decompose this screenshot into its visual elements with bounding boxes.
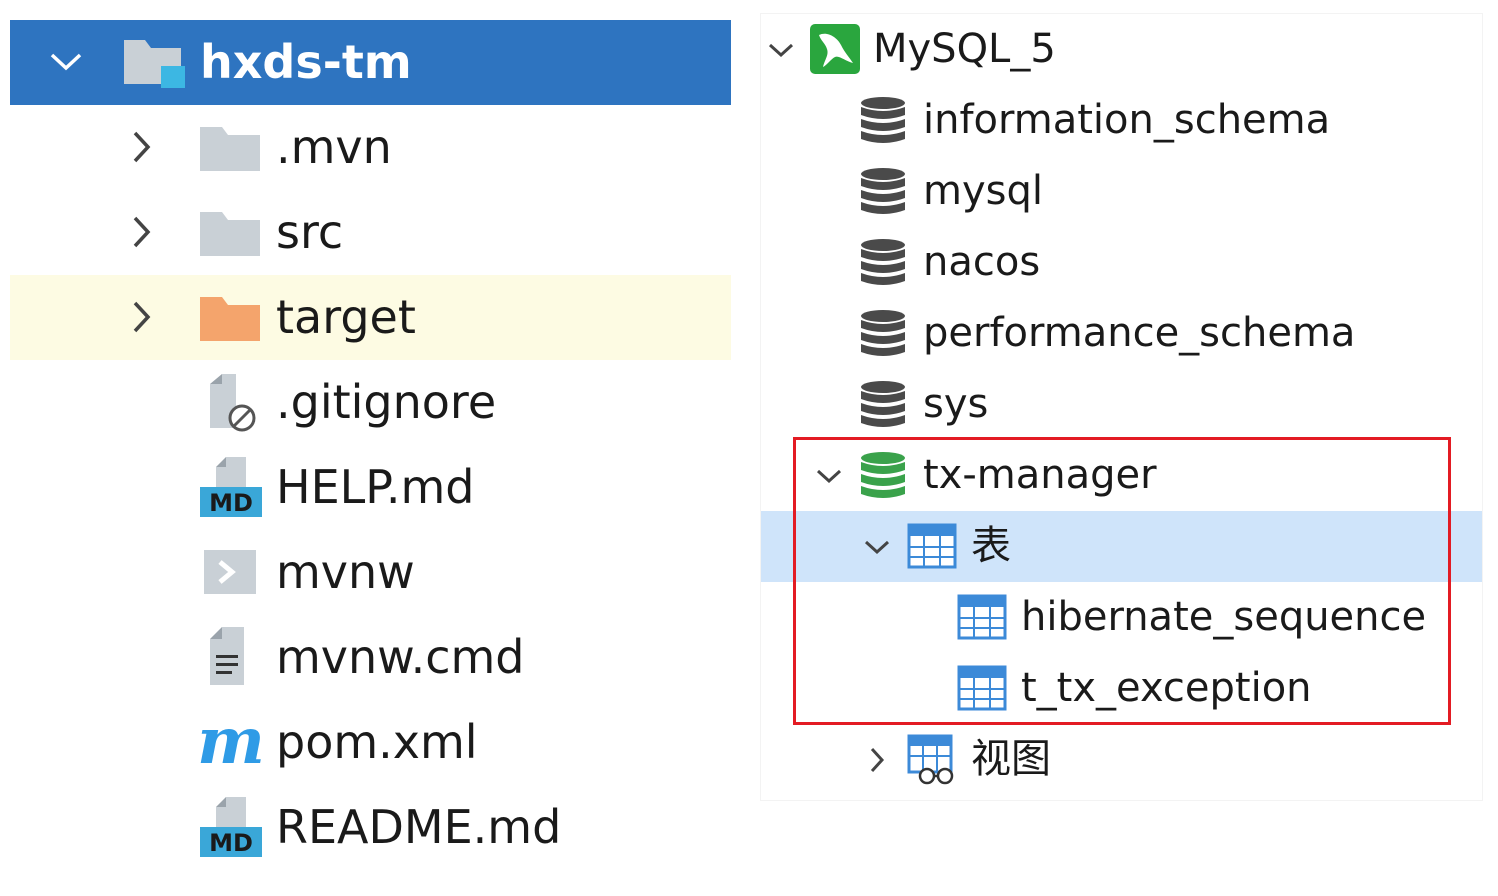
- tree-root-label: hxds-tm: [200, 35, 412, 89]
- text-file-icon: [204, 625, 260, 691]
- excluded-folder-icon: [198, 291, 262, 345]
- views-group-label: 视图: [971, 736, 1051, 782]
- tree-item-pom-xml[interactable]: m pom.xml: [10, 700, 731, 785]
- chevron-right-icon[interactable]: [859, 742, 895, 778]
- database-mysql[interactable]: mysql: [761, 156, 1482, 227]
- tree-item-label: target: [276, 290, 416, 344]
- tree-item-mvnw[interactable]: mvnw: [10, 530, 731, 615]
- tables-group[interactable]: 表: [761, 511, 1482, 582]
- tree-item-label: mvnw: [276, 545, 415, 599]
- database-label: sys: [923, 381, 989, 427]
- folder-icon: [198, 121, 262, 175]
- project-tree-panel: hxds-tm .mvn src target .gitignore MD HE…: [10, 20, 731, 875]
- database-label: performance_schema: [923, 310, 1356, 356]
- connection-label: MySQL_5: [873, 26, 1056, 72]
- database-label: mysql: [923, 168, 1043, 214]
- tree-item-gitignore[interactable]: .gitignore: [10, 360, 731, 445]
- tree-root-hxds-tm[interactable]: hxds-tm: [10, 20, 731, 105]
- chevron-down-icon[interactable]: [763, 32, 799, 68]
- chevron-right-icon[interactable]: [120, 210, 164, 254]
- ignored-file-icon: [204, 372, 260, 434]
- chevron-right-icon[interactable]: [120, 125, 164, 169]
- views-icon: [907, 734, 961, 786]
- views-group[interactable]: 视图: [761, 724, 1482, 795]
- tree-item-label: pom.xml: [276, 715, 478, 769]
- database-label: information_schema: [923, 97, 1331, 143]
- chevron-down-icon[interactable]: [811, 458, 847, 494]
- tree-item-readme-md[interactable]: MD README.md: [10, 785, 731, 870]
- mysql-dolphin-icon: [809, 23, 861, 75]
- database-information-schema[interactable]: information_schema: [761, 85, 1482, 156]
- table-icon: [957, 594, 1009, 642]
- table-label: t_tx_exception: [1021, 665, 1312, 711]
- markdown-file-icon: MD: [198, 797, 264, 859]
- tree-item-help-md[interactable]: MD HELP.md: [10, 445, 731, 530]
- database-label: tx-manager: [923, 452, 1157, 498]
- tree-item-target[interactable]: target: [10, 275, 731, 360]
- database-icon: [859, 237, 909, 289]
- tables-icon: [907, 523, 959, 571]
- tree-item-label: .gitignore: [276, 375, 497, 429]
- tree-item-src[interactable]: src: [10, 190, 731, 275]
- database-nacos[interactable]: nacos: [761, 227, 1482, 298]
- database-performance-schema[interactable]: performance_schema: [761, 298, 1482, 369]
- tree-item-mvnw-cmd[interactable]: mvnw.cmd: [10, 615, 731, 700]
- tree-item-label: README.md: [276, 800, 562, 854]
- database-icon: [859, 166, 909, 218]
- database-icon: [859, 308, 909, 360]
- markdown-icon-text: MD: [209, 829, 253, 857]
- table-label: hibernate_sequence: [1021, 594, 1427, 640]
- database-icon: [859, 95, 909, 147]
- database-label: nacos: [923, 239, 1041, 285]
- chevron-down-icon[interactable]: [859, 529, 895, 565]
- tree-item-label: .mvn: [276, 120, 392, 174]
- maven-icon: m: [197, 704, 265, 779]
- table-icon: [957, 665, 1009, 713]
- tree-item-label: HELP.md: [276, 460, 475, 514]
- module-folder-icon: [121, 34, 187, 90]
- chevron-right-icon[interactable]: [120, 295, 164, 339]
- database-tx-manager[interactable]: tx-manager: [761, 440, 1482, 511]
- folder-icon: [198, 206, 262, 260]
- database-icon: [859, 379, 909, 431]
- connection-mysql-5[interactable]: MySQL_5: [761, 14, 1482, 85]
- database-active-icon: [859, 450, 909, 502]
- tree-item-label: mvnw.cmd: [276, 630, 525, 684]
- database-sys[interactable]: sys: [761, 369, 1482, 440]
- tree-item-mvn[interactable]: .mvn: [10, 105, 731, 190]
- table-t-tx-exception[interactable]: t_tx_exception: [761, 653, 1482, 724]
- chevron-down-icon[interactable]: [44, 40, 88, 84]
- tree-item-label: src: [276, 205, 344, 259]
- table-hibernate-sequence[interactable]: hibernate_sequence: [761, 582, 1482, 653]
- shell-script-icon: [202, 548, 260, 598]
- database-tree-panel: MySQL_5 information_schema mysql nacos p…: [761, 14, 1482, 800]
- markdown-file-icon: MD: [198, 457, 264, 519]
- tables-group-label: 表: [971, 523, 1011, 569]
- markdown-icon-text: MD: [209, 489, 253, 517]
